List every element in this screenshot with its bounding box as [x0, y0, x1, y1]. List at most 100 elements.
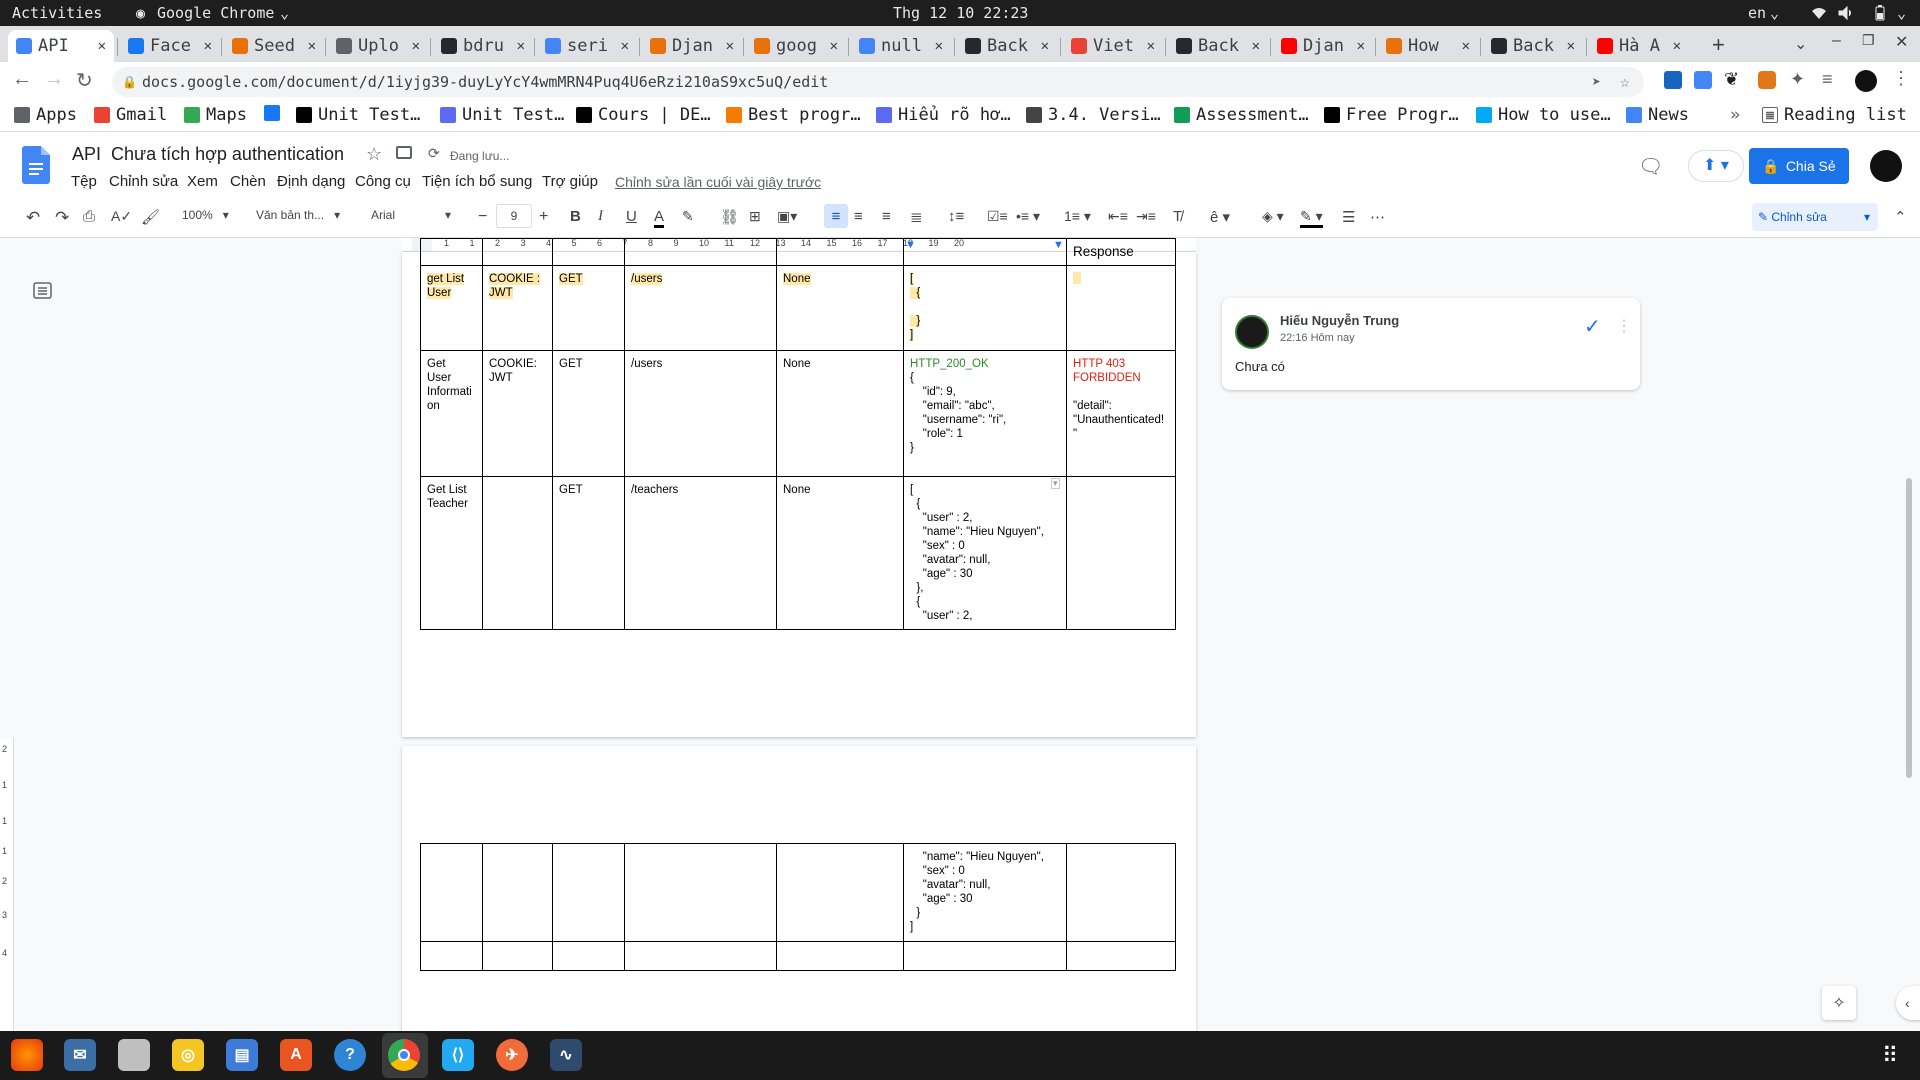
files-icon[interactable]	[118, 1039, 150, 1071]
bookmark-0[interactable]: Apps	[14, 105, 77, 125]
document-page[interactable]: Response get List User COOKIE : JWT GET …	[402, 238, 1196, 737]
share-button[interactable]: 🔒 Chia Sẻ	[1749, 148, 1849, 184]
reload-icon[interactable]: ↻	[76, 68, 93, 93]
extension-icon[interactable]: ❦	[1724, 69, 1739, 90]
table-cell[interactable]: [ { "user" : 2, "name": "Hieu Nguyen", "…	[903, 476, 1067, 630]
table-cell[interactable]	[420, 941, 483, 971]
table-cell[interactable]: Get User Informati on	[420, 350, 483, 477]
bookmark-7[interactable]: Best progr…	[726, 105, 861, 125]
menu-format[interactable]: Định dạng	[277, 173, 345, 190]
document-canvas[interactable]: 1 1 2 3 4 5 6 7 8 9 10 11 12 13 14 15 16 17 18 19 20 ▼ ▼ 211…	[0, 238, 1920, 1031]
paint-format-icon[interactable]: 🖌	[141, 208, 160, 226]
error-response-cell[interactable]: HTTP 403 FORBIDDEN "detail": "Unauthenti…	[1066, 350, 1176, 477]
volume-icon[interactable]	[1838, 6, 1854, 20]
table-cell[interactable]	[1066, 941, 1176, 971]
lock-icon[interactable]: 🔒	[122, 67, 137, 97]
close-tab-icon[interactable]: ✕	[1462, 38, 1470, 54]
reading-list-button[interactable]: ≣ Reading list	[1762, 105, 1907, 125]
bookmark-13[interactable]: News	[1626, 105, 1689, 125]
chrome-icon[interactable]	[388, 1039, 420, 1071]
back-arrow-icon[interactable]: ←	[12, 68, 32, 91]
api-table[interactable]: Response get List User COOKIE : JWT GET …	[420, 238, 1176, 630]
document-page[interactable]: "name": "Hieu Nguyen", "sex" : 0 "avatar…	[402, 746, 1196, 1031]
table-cell[interactable]	[624, 843, 777, 942]
postman-icon[interactable]: ✈	[496, 1039, 528, 1071]
close-tab-icon[interactable]: ✕	[98, 38, 106, 54]
bold-icon[interactable]: B	[570, 208, 581, 225]
table-cell[interactable]: GET	[552, 476, 625, 630]
comment-card[interactable]: Hiếu Nguyễn Trung 22:16 Hôm nay ✓ ⋮ Chưa…	[1222, 298, 1640, 390]
table-cell[interactable]	[420, 843, 483, 942]
minimize-button[interactable]: –	[1832, 32, 1841, 50]
tab-6[interactable]: Djan ✕	[642, 30, 742, 62]
app-menu[interactable]: Google Chrome	[157, 4, 274, 22]
chrome-menu-icon[interactable]: ⋮	[1892, 68, 1910, 89]
tab-9[interactable]: Back ✕	[957, 30, 1057, 62]
close-tab-icon[interactable]: ✕	[1252, 38, 1260, 54]
rhythmbox-icon[interactable]: ◎	[172, 1039, 204, 1071]
cell-background-icon[interactable]: ◈ ▾	[1262, 208, 1284, 225]
bookmark-3[interactable]	[264, 105, 286, 121]
close-tab-icon[interactable]: ✕	[308, 38, 316, 54]
bookmark-12[interactable]: How to use…	[1476, 105, 1611, 125]
account-avatar[interactable]	[1870, 150, 1902, 182]
zoom-select[interactable]: 100% ▾	[182, 208, 229, 222]
insert-image-icon[interactable]: ▣▾	[777, 208, 797, 225]
vertical-ruler[interactable]: 2 1 1 1 2 3 4	[0, 738, 14, 1031]
tab-search-chevron-icon[interactable]: ⌄	[1794, 34, 1807, 54]
document-outline-icon[interactable]	[33, 282, 53, 300]
bookmark-10[interactable]: Assessment…	[1174, 105, 1309, 125]
line-spacing-icon[interactable]: ↕≡	[948, 208, 964, 225]
tab-10[interactable]: Viet ✕	[1063, 30, 1163, 62]
table-cell[interactable]	[1066, 476, 1176, 630]
wifi-icon[interactable]	[1811, 6, 1827, 20]
table-cell[interactable]	[624, 941, 777, 971]
tab-12[interactable]: Djan ✕	[1273, 30, 1373, 62]
more-bookmarks-icon[interactable]: »	[1730, 105, 1740, 125]
decrease-font-size-button[interactable]: −	[478, 208, 487, 226]
clear-formatting-icon[interactable]: T̸	[1173, 208, 1182, 225]
tab-7[interactable]: goog ✕	[746, 30, 846, 62]
table-cell[interactable]	[482, 476, 553, 630]
translate-extension-icon[interactable]	[1694, 71, 1712, 89]
bookmark-2[interactable]: Maps	[184, 105, 247, 125]
print-icon[interactable]: ⎙	[83, 208, 95, 225]
table-cell[interactable]	[1066, 265, 1176, 351]
new-tab-button[interactable]: +	[1712, 32, 1725, 58]
tab-15[interactable]: Hà A ✕	[1589, 30, 1689, 62]
bookmark-8[interactable]: Hiểu rõ hơ…	[876, 105, 1011, 125]
table-cell[interactable]: COOKIE : JWT	[482, 265, 553, 351]
system-menu-chevron-icon[interactable]: ⌄	[1897, 4, 1906, 22]
present-button[interactable]: ⬆ ▾	[1688, 150, 1744, 182]
table-cell[interactable]: Get List Teacher	[420, 476, 483, 630]
software-center-icon[interactable]: A	[280, 1039, 312, 1071]
tab-4[interactable]: bdru ✕	[433, 30, 533, 62]
close-tab-icon[interactable]: ✕	[1673, 38, 1681, 54]
link-icon[interactable]: ⛓	[720, 208, 739, 226]
send-icon[interactable]: ➤	[1592, 67, 1601, 97]
firefox-icon[interactable]	[11, 1039, 43, 1071]
text-color-icon[interactable]: A	[654, 208, 665, 228]
bookmark-11[interactable]: Free Progr…	[1324, 105, 1459, 125]
api-table-continued[interactable]: "name": "Hieu Nguyen", "sex" : 0 "avatar…	[420, 843, 1176, 971]
close-tab-icon[interactable]: ✕	[1041, 38, 1049, 54]
tab-13[interactable]: How ✕	[1378, 30, 1478, 62]
close-window-button[interactable]: ✕	[1895, 32, 1908, 52]
restore-button[interactable]: ❐	[1862, 32, 1875, 49]
thunderbird-icon[interactable]: ✉	[64, 1039, 96, 1071]
bookmark-6[interactable]: Cours | DE…	[576, 105, 711, 125]
table-cell[interactable]: /users	[624, 350, 777, 477]
last-edit-link[interactable]: Chỉnh sửa lần cuối vài giây trước	[615, 174, 821, 190]
table-cell[interactable]	[552, 941, 625, 971]
tab-11[interactable]: Back ✕	[1168, 30, 1268, 62]
table-cell[interactable]: None	[776, 265, 904, 351]
response-cell[interactable]: HTTP_200_OK { "id": 9, "email": "abc", "…	[903, 350, 1067, 477]
table-cell[interactable]: "name": "Hieu Nguyen", "sex" : 0 "avatar…	[903, 843, 1067, 942]
align-center-icon[interactable]: ≡	[854, 208, 863, 225]
tab-2[interactable]: Seed ✕	[224, 30, 324, 62]
google-docs-logo-icon[interactable]	[22, 146, 50, 184]
tab-1[interactable]: Face ✕	[120, 30, 220, 62]
comment-history-icon[interactable]: 🗨	[1638, 154, 1663, 179]
tab-8[interactable]: null ✕	[851, 30, 951, 62]
table-cell[interactable]: /users	[624, 265, 777, 351]
